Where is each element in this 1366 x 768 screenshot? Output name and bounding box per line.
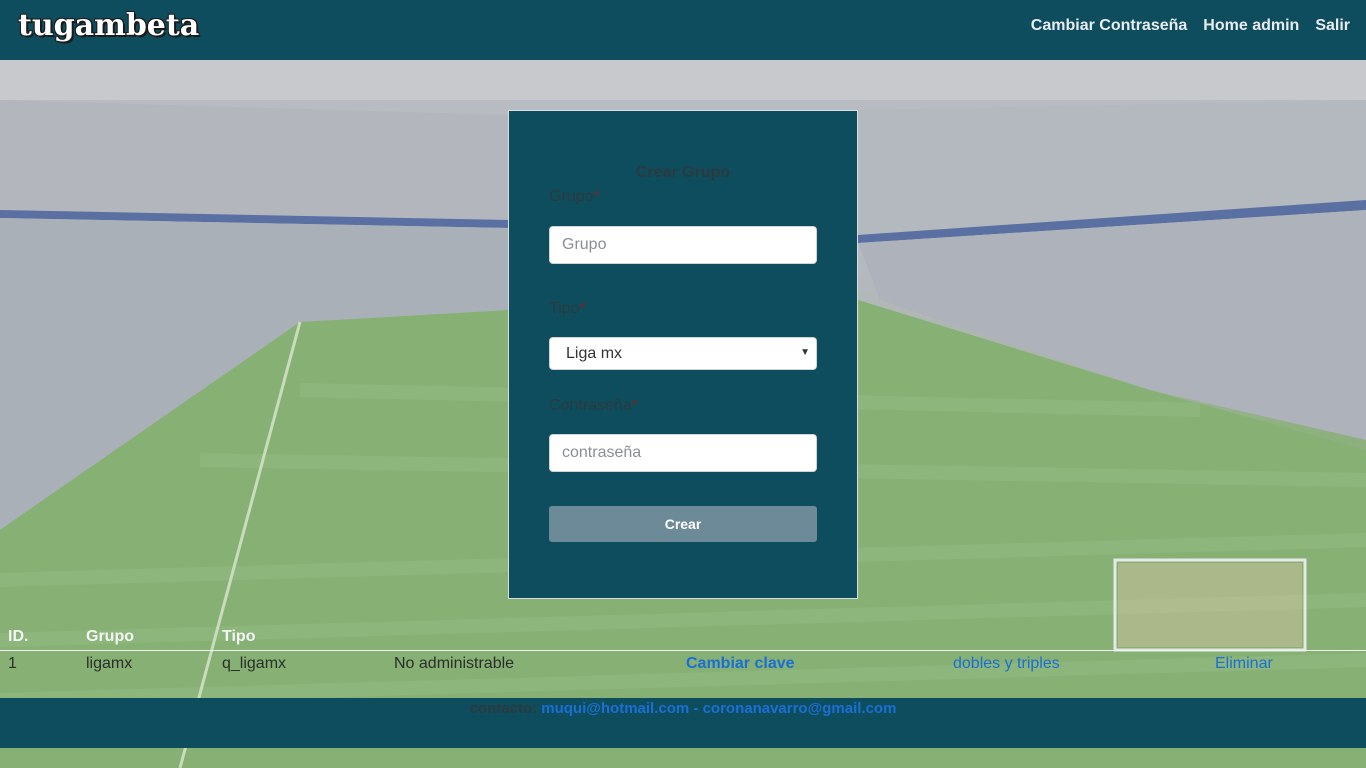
groups-table: ID. Grupo Tipo 1 ligamx q_ligamx No admi… <box>0 626 1366 679</box>
email-link-2[interactable]: coronanavarro@gmail.com <box>703 700 897 717</box>
grupo-label: Grupo* <box>549 188 600 205</box>
email-link-1[interactable]: muqui@hotmail.com <box>541 700 689 717</box>
form-title: Crear Grupo <box>635 164 731 181</box>
cell-estado: No administrable <box>394 655 515 672</box>
nav-home-admin[interactable]: Home admin <box>1203 17 1299 35</box>
footer: contacto: muqui@hotmail.com - coronanava… <box>0 698 1366 748</box>
tipo-label: Tipo* <box>549 300 586 317</box>
cell-grupo: ligamx <box>86 655 133 672</box>
cambiar-clave-link[interactable]: Cambiar clave <box>686 655 795 673</box>
required-mark: * <box>631 397 638 414</box>
cell-tipo: q_ligamx <box>222 655 287 672</box>
contrasena-label: Contraseña* <box>549 397 638 414</box>
brand-logo[interactable]: tugambeta <box>18 8 199 43</box>
required-mark: * <box>593 188 600 205</box>
nav-salir[interactable]: Salir <box>1315 17 1350 35</box>
nav-links: Cambiar Contraseña Home admin Salir <box>1031 17 1350 35</box>
top-navbar: tugambeta Cambiar Contraseña Home admin … <box>0 0 1366 60</box>
chevron-down-icon: ▼ <box>800 347 810 358</box>
col-header-tipo: Tipo <box>222 628 256 645</box>
contact-line: contacto: muqui@hotmail.com - coronanava… <box>0 698 1366 717</box>
contact-label: contacto: <box>469 700 538 717</box>
table-header-row: ID. Grupo Tipo <box>0 626 1366 651</box>
col-header-grupo: Grupo <box>86 628 134 645</box>
nav-cambiar-contrasena[interactable]: Cambiar Contraseña <box>1031 17 1188 35</box>
tipo-selected-value: Liga mx <box>566 345 623 362</box>
contrasena-input[interactable] <box>549 434 817 472</box>
email-separator: - <box>693 700 699 717</box>
grupo-input[interactable] <box>549 226 817 264</box>
cell-id: 1 <box>8 655 17 672</box>
dobles-y-triples-link[interactable]: dobles y triples <box>953 655 1060 673</box>
col-header-id: ID. <box>8 628 29 645</box>
crear-button[interactable]: Crear <box>549 506 817 542</box>
tipo-select[interactable]: Liga mx ▼ <box>549 337 817 370</box>
required-mark: * <box>579 300 586 317</box>
crear-grupo-form: Crear Grupo Grupo* Tipo* Liga mx ▼ Contr… <box>508 110 858 599</box>
eliminar-link[interactable]: Eliminar <box>1215 655 1273 673</box>
table-row: 1 ligamx q_ligamx No administrable Cambi… <box>0 651 1366 679</box>
